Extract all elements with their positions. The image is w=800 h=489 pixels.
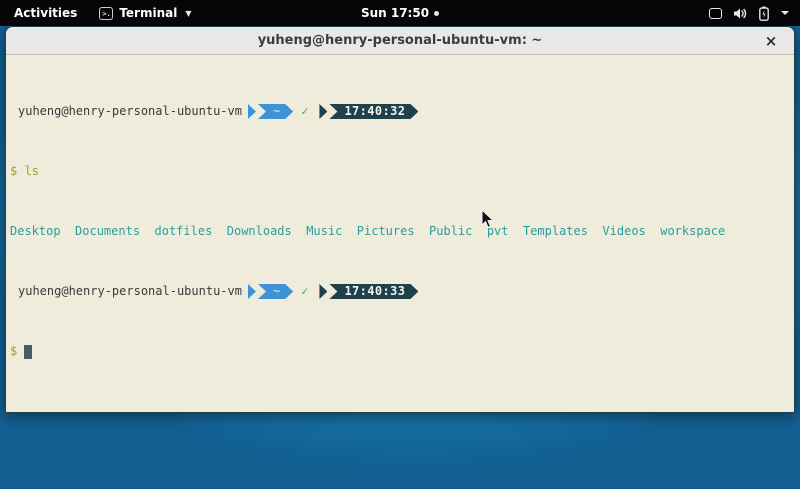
chevron-down-icon <box>780 10 790 16</box>
terminal-icon: >. <box>99 7 113 20</box>
powerline-arrow-icon <box>319 284 327 299</box>
terminal-content[interactable]: yuheng@henry-personal-ubuntu-vm ~ ✓ 17:4… <box>6 55 794 412</box>
volume-icon <box>733 7 748 20</box>
status-check-icon: ✓ <box>301 284 308 299</box>
prompt-time-segment: 17:40:33 <box>313 284 418 299</box>
app-menu-terminal[interactable]: >. Terminal ▼ <box>91 0 199 26</box>
prompt-time: 17:40:32 <box>329 104 418 119</box>
prompt-path: ~ <box>258 104 293 119</box>
command-line: $ ls <box>10 164 790 179</box>
input-line[interactable]: $ <box>10 344 790 359</box>
powerline-arrow-icon <box>248 104 256 119</box>
chevron-down-icon: ▼ <box>185 9 191 18</box>
window-titlebar[interactable]: yuheng@henry-personal-ubuntu-vm: ~ × <box>6 27 794 55</box>
prompt-path-segment: ~ <box>242 104 293 119</box>
prompt-dollar: $ <box>10 344 17 359</box>
prompt-path-segment: ~ <box>242 284 293 299</box>
notification-dot-icon <box>434 11 439 16</box>
prompt-line-2: yuheng@henry-personal-ubuntu-vm ~ ✓ 17:4… <box>10 284 790 299</box>
powerline-arrow-icon <box>248 284 256 299</box>
prompt-user-host: yuheng@henry-personal-ubuntu-vm <box>10 284 242 299</box>
app-menu-label: Terminal <box>119 6 177 20</box>
status-check-icon: ✓ <box>301 104 308 119</box>
clock-label: Sun 17:50 <box>361 6 429 20</box>
prompt-path: ~ <box>258 284 293 299</box>
text-cursor <box>24 345 32 359</box>
terminal-window: yuheng@henry-personal-ubuntu-vm: ~ × yuh… <box>5 26 795 413</box>
prompt-dollar: $ <box>10 164 17 179</box>
close-button[interactable]: × <box>758 27 784 55</box>
battery-charging-icon <box>759 6 769 21</box>
command-text: ls <box>24 164 38 179</box>
system-status-area[interactable] <box>699 0 800 26</box>
directory-list: Desktop Documents dotfiles Downloads Mus… <box>10 224 725 239</box>
screen-icon <box>709 8 722 19</box>
prompt-time: 17:40:33 <box>329 284 418 299</box>
top-bar: Activities >. Terminal ▼ Sun 17:50 <box>0 0 800 26</box>
prompt-line-1: yuheng@henry-personal-ubuntu-vm ~ ✓ 17:4… <box>10 104 790 119</box>
clock-button[interactable]: Sun 17:50 <box>361 6 439 20</box>
activities-button[interactable]: Activities <box>0 0 91 26</box>
powerline-arrow-icon <box>319 104 327 119</box>
prompt-time-segment: 17:40:32 <box>313 104 418 119</box>
window-title: yuheng@henry-personal-ubuntu-vm: ~ <box>258 33 543 48</box>
prompt-user-host: yuheng@henry-personal-ubuntu-vm <box>10 104 242 119</box>
ls-output-line: Desktop Documents dotfiles Downloads Mus… <box>10 224 790 239</box>
